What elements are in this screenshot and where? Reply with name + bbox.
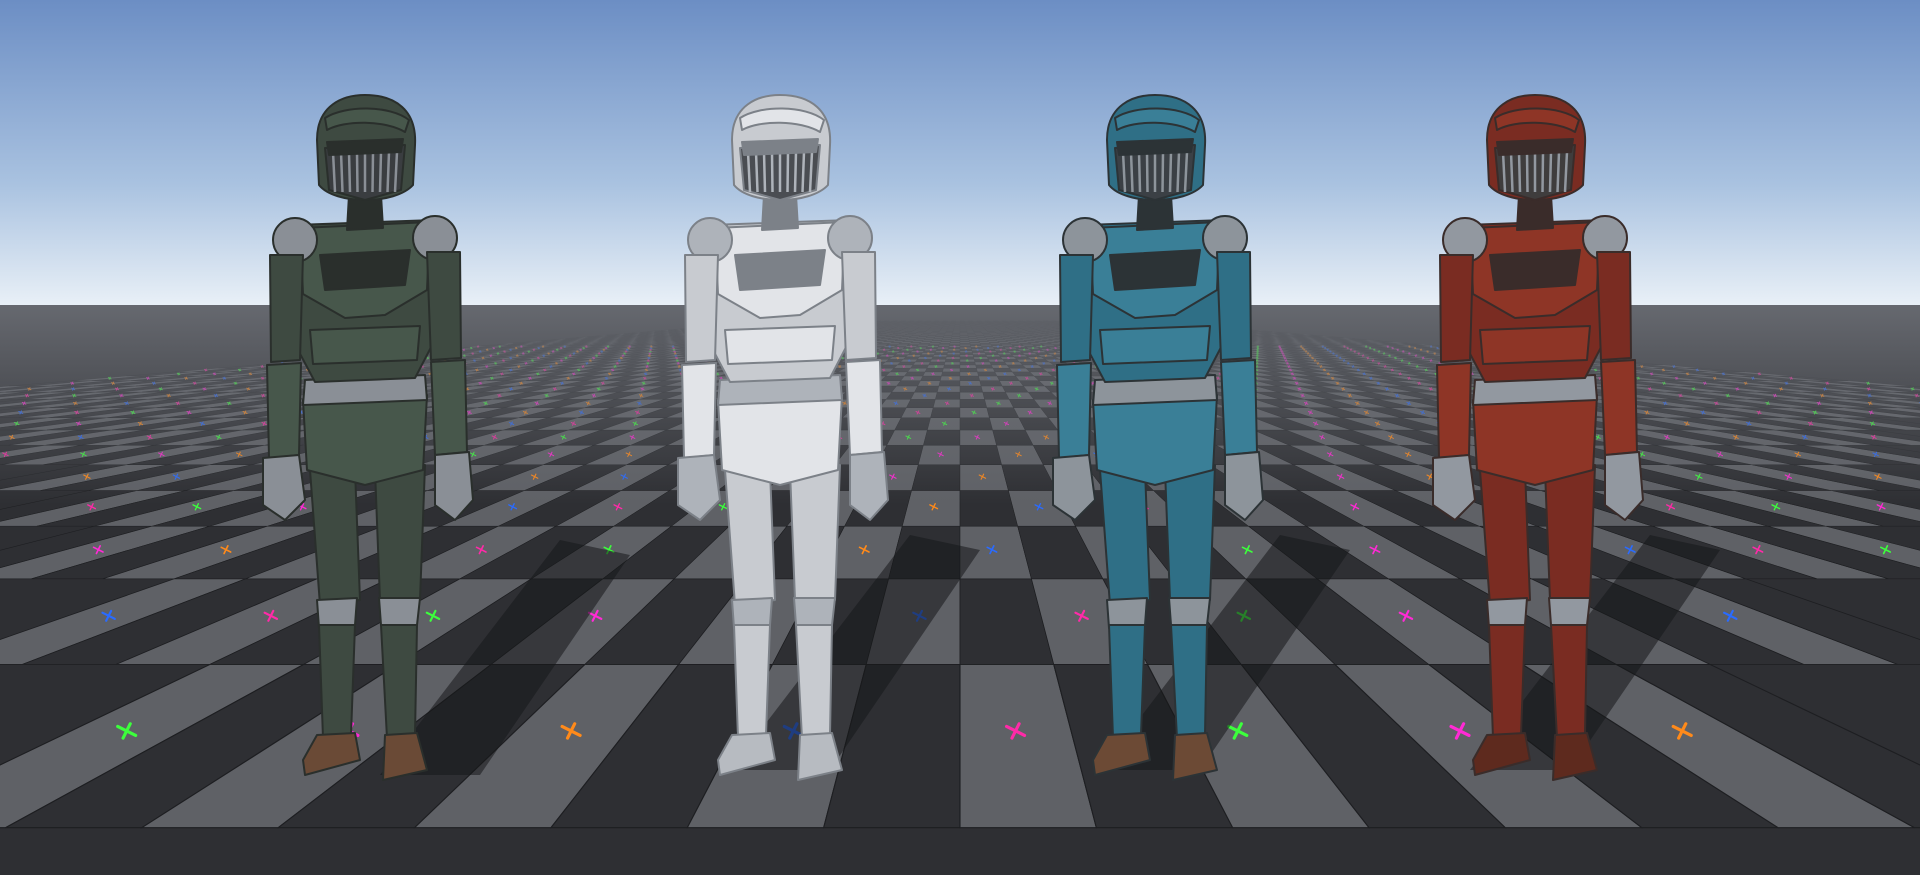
game-scene: [0, 0, 1920, 875]
